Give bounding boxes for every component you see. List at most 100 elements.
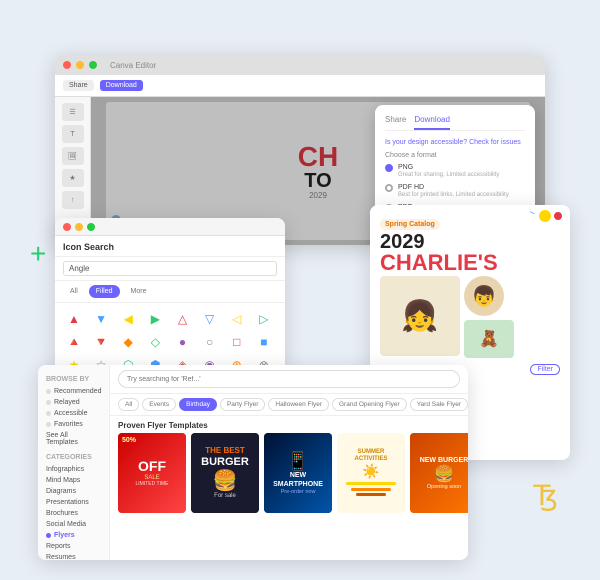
sidebar-item-recommended[interactable]: Recommended: [46, 386, 101, 397]
sidebar-cat-flyers[interactable]: Flyers: [46, 530, 101, 541]
panel-icon-1[interactable]: ☰: [62, 103, 84, 121]
filter-tag-halloween[interactable]: Halloween Flyer: [268, 398, 329, 411]
card3-sub: Pre-order now: [281, 489, 316, 495]
share-button[interactable]: Share: [63, 80, 94, 91]
sidebar-item-accessible[interactable]: Accessible: [46, 408, 101, 419]
catalog-child-emoji: 👧: [401, 299, 438, 334]
modal-tabs: Share Download: [385, 115, 525, 131]
filter-tag-yard-sale[interactable]: Yard Sale Flyer: [410, 398, 468, 411]
icon-triangle-left[interactable]: ◀: [117, 309, 139, 329]
filter-tag-grand-opening[interactable]: Grand Opening Flyer: [332, 398, 407, 411]
sidebar-cat-resumes[interactable]: Resumes: [46, 552, 101, 560]
icon-tab-filled[interactable]: Filled: [89, 285, 120, 298]
icon-tri-outline-up[interactable]: △: [172, 309, 194, 329]
icon-orange-shape[interactable]: ◆: [117, 332, 139, 352]
card3-text: NEWSMARTPHONE: [273, 472, 323, 489]
modal-tab-download[interactable]: Download: [414, 115, 450, 130]
modal-tab-share[interactable]: Share: [385, 115, 406, 130]
catalog-child2-emoji: 👦: [472, 284, 497, 309]
panel-icon-5[interactable]: ↑: [62, 191, 84, 209]
icon-search-titlebar: [55, 218, 285, 236]
sidebar-item-see-all[interactable]: See All Templates: [46, 430, 101, 448]
catalog-header: ~ Spring Catalog 2029: [370, 205, 570, 252]
icon-close-dot[interactable]: [63, 223, 71, 231]
radio-pdf-hd[interactable]: [385, 184, 393, 192]
catalog-filter-button[interactable]: Filter: [530, 364, 560, 375]
filter-tag-all[interactable]: All: [118, 398, 139, 411]
icon-tri-outline-left[interactable]: ◁: [226, 309, 248, 329]
template-section-header: Proven Flyer Templates: [110, 416, 468, 433]
filter-tag-events[interactable]: Events: [142, 398, 176, 411]
sidebar-dot-1: [46, 389, 51, 394]
modal-accessibility-text: Is your design accessible? Check for iss…: [385, 139, 525, 146]
sidebar-item-relayed[interactable]: Relayed: [46, 397, 101, 408]
card4-emoji: ☀️: [362, 463, 379, 480]
template-card-smartphone[interactable]: 📱 NEWSMARTPHONE Pre-order now: [264, 433, 332, 513]
icon-tab-all[interactable]: All: [63, 285, 85, 298]
sidebar-cat-diagrams[interactable]: Diagrams: [46, 486, 101, 497]
download-button[interactable]: Download: [100, 80, 143, 91]
card2-text: THE BEST: [205, 447, 245, 456]
template-search-input[interactable]: [118, 370, 460, 388]
icon-min-dot[interactable]: [75, 223, 83, 231]
maximize-dot[interactable]: [89, 61, 97, 69]
catalog-deco-dots: [539, 210, 562, 222]
sidebar-cat-social-media[interactable]: Social Media: [46, 519, 101, 530]
card3-emoji: 📱: [287, 451, 309, 472]
catalog-image-area: 👧 👦 🧸: [380, 276, 560, 358]
card2-emoji: 🍔: [213, 468, 238, 493]
sidebar-dot-flyers: [46, 533, 51, 538]
panel-icon-3[interactable]: 🖼: [62, 147, 84, 165]
modal-option-pdf-hd[interactable]: PDF HD Best for printed links, Limited a…: [385, 183, 525, 198]
filter-tag-birthday[interactable]: Birthday: [179, 398, 217, 411]
catalog-wave-deco: ~: [527, 207, 536, 219]
icon-tab-more[interactable]: More: [124, 285, 154, 298]
sidebar-cat-presentations[interactable]: Presentations: [46, 497, 101, 508]
icon-green-shape[interactable]: ◇: [144, 332, 166, 352]
radio-png[interactable]: [385, 164, 393, 172]
modal-option-png[interactable]: PNG Great for sharing, Limited accessibi…: [385, 163, 525, 178]
sidebar-cat-infographics[interactable]: Infographics: [46, 464, 101, 475]
accessibility-link[interactable]: Check for issues: [469, 139, 521, 146]
minimize-dot[interactable]: [76, 61, 84, 69]
editor-toolbar: Share Download: [55, 75, 545, 97]
template-search-bar: [110, 365, 468, 394]
close-dot[interactable]: [63, 61, 71, 69]
card4-text: SUMMER ACTIVITIES: [341, 449, 401, 463]
template-gallery-window: Browse By Recommended Relayed Accessible…: [38, 365, 468, 560]
categories-section: Categories Infographics Mind Maps Diagra…: [38, 451, 109, 560]
icon-circle-outline[interactable]: ○: [199, 332, 221, 352]
modal-format-label: Choose a format: [385, 152, 525, 159]
icon-purple-circle[interactable]: ●: [172, 332, 194, 352]
card5-emoji: 🍔: [434, 464, 454, 484]
icon-square[interactable]: □: [226, 332, 248, 352]
catalog-small-image: 🧸: [464, 320, 514, 358]
sidebar-cat-mind-maps[interactable]: Mind Maps: [46, 475, 101, 486]
icon-search-input[interactable]: [63, 261, 277, 276]
sidebar-cat-reports[interactable]: Reports: [46, 541, 101, 552]
template-card-sale[interactable]: 50% OFF SALE LIMITED TIME: [118, 433, 186, 513]
icon-max-dot[interactable]: [87, 223, 95, 231]
sidebar-cat-brochures[interactable]: Brochures: [46, 508, 101, 519]
icon-square-filled[interactable]: ■: [253, 332, 275, 352]
template-card-burger[interactable]: THE BEST BURGER 🍔 For sale: [191, 433, 259, 513]
icon-tri-outline-down[interactable]: ▽: [199, 309, 221, 329]
icon-tri-outline-right[interactable]: ▷: [253, 309, 275, 329]
template-card-summer[interactable]: SUMMER ACTIVITIES ☀️: [337, 433, 405, 513]
sidebar-dot-4: [46, 422, 51, 427]
template-card-burger2[interactable]: NEW BURGER 🍔 Opening soon: [410, 433, 468, 513]
decoration-swirl: Ꜩ: [533, 479, 558, 512]
card1-sub2: LIMITED TIME: [136, 481, 169, 487]
panel-icon-4[interactable]: ★: [62, 169, 84, 187]
template-gallery-main: All Events Birthday Party Flyer Hallowee…: [110, 365, 468, 560]
card4-bar1: [346, 482, 396, 485]
icon-triangle-up[interactable]: ▲: [63, 309, 85, 329]
sidebar-item-favorites[interactable]: Favorites: [46, 419, 101, 430]
icon-triangle-down[interactable]: ▼: [90, 309, 112, 329]
filter-tag-party[interactable]: Party Flyer: [220, 398, 265, 411]
panel-icon-2[interactable]: T: [62, 125, 84, 143]
template-gallery-sidebar: Browse By Recommended Relayed Accessible…: [38, 365, 110, 560]
icon-triangle-right[interactable]: ▶: [144, 309, 166, 329]
icon-red-tri[interactable]: 🔺: [63, 332, 85, 352]
icon-blue-tri[interactable]: 🔻: [90, 332, 112, 352]
